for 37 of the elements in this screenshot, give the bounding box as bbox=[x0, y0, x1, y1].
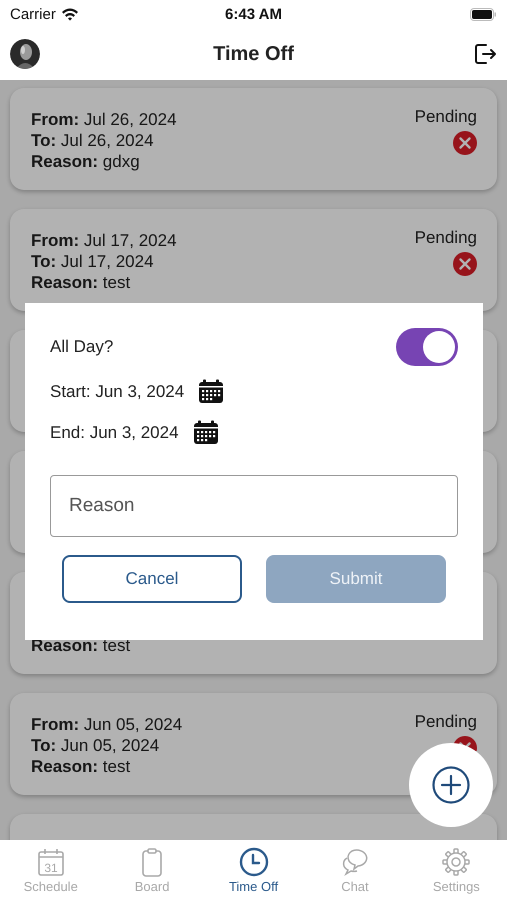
wifi-icon bbox=[60, 7, 79, 21]
status-label: Pending bbox=[414, 712, 477, 732]
request-detail: To: Jul 26, 2024 bbox=[31, 130, 155, 151]
request-detail: From: Jun 05, 2024 bbox=[31, 714, 184, 735]
request-detail: To: Jul 17, 2024 bbox=[31, 251, 155, 272]
all-day-label: All Day? bbox=[50, 337, 114, 357]
status-label: Pending bbox=[414, 107, 477, 127]
clock-icon bbox=[238, 847, 269, 877]
calendar-icon[interactable] bbox=[198, 379, 224, 404]
all-day-toggle[interactable] bbox=[396, 328, 458, 366]
settings-icon bbox=[441, 847, 472, 877]
plus-icon bbox=[432, 766, 470, 804]
request-detail: Reason: test bbox=[31, 756, 132, 777]
screen-title: Time Off bbox=[213, 42, 294, 64]
status-label: Pending bbox=[414, 228, 477, 248]
tab-item[interactable]: Board bbox=[101, 840, 203, 900]
clock-time: 6:43 AM bbox=[225, 6, 282, 22]
request-detail: Reason: test bbox=[31, 635, 132, 656]
tab-item[interactable]: 31 Schedule bbox=[0, 840, 102, 900]
cancel-icon[interactable] bbox=[453, 252, 477, 276]
request-detail: From: Jul 26, 2024 bbox=[31, 109, 178, 130]
request-detail: To: Jun 05, 2024 bbox=[31, 735, 160, 756]
request-detail: Reason: gdxg bbox=[31, 151, 141, 172]
calendar-icon[interactable] bbox=[192, 420, 219, 445]
battery-icon bbox=[470, 8, 497, 20]
tab-item[interactable]: Chat bbox=[304, 840, 406, 900]
tab-item[interactable]: Settings bbox=[406, 840, 507, 900]
reason-field[interactable]: Reason bbox=[50, 475, 458, 537]
cancel-button[interactable]: Cancel bbox=[62, 555, 242, 603]
logout-icon[interactable] bbox=[473, 42, 497, 66]
start-date-label: Start: Jun 3, 2024 bbox=[50, 382, 184, 402]
tab-item[interactable]: Time Off bbox=[202, 840, 304, 900]
carrier-name: Carrier bbox=[10, 6, 56, 22]
cancel-icon[interactable] bbox=[453, 131, 477, 155]
end-date-label: End: Jun 3, 2024 bbox=[50, 422, 179, 442]
request-detail: Reason: test bbox=[31, 272, 132, 293]
request-detail: From: Jul 17, 2024 bbox=[31, 230, 178, 251]
